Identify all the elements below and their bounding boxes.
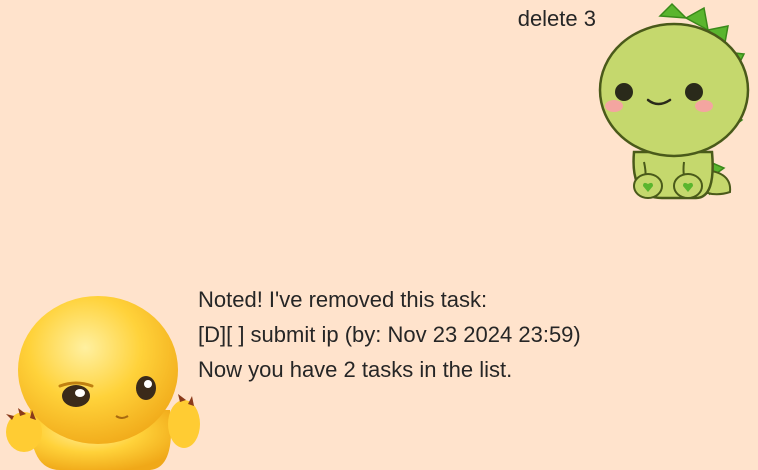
user-message-text: delete 3	[517, 6, 596, 31]
bot-dialog-box: Noted! I've removed this task: [D][ ] su…	[0, 270, 758, 470]
bot-message-line: Now you have 2 tasks in the list.	[198, 357, 513, 382]
user-dialog-box: delete 3	[0, 0, 758, 230]
green-dinosaur-avatar-icon	[598, 2, 750, 200]
bot-message-text: Noted! I've removed this task: [D][ ] su…	[198, 282, 581, 387]
bot-message-line: [D][ ] submit ip (by: Nov 23 2024 23:59)	[198, 322, 581, 347]
bot-message-line: Noted! I've removed this task:	[198, 287, 488, 312]
yellow-creature-avatar-icon	[6, 296, 200, 470]
